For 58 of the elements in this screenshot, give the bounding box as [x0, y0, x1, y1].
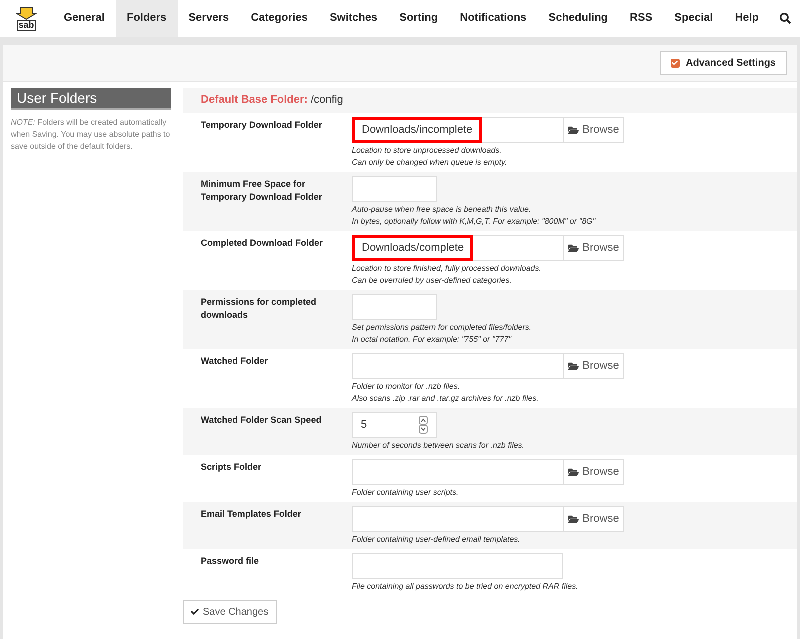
- field-label: Email Templates Folder: [201, 508, 302, 521]
- field-label: Minimum Free Space for Temporary Download Folder: [201, 178, 324, 204]
- field-label: Watched Folder Scan Speed: [201, 414, 323, 427]
- help-text: Folder to monitor for .nzb files.: [352, 381, 462, 393]
- highlight-frame: Downloads/incomplete: [352, 117, 482, 143]
- help-text: Can only be changed when queue is empty.: [352, 157, 508, 169]
- text-input[interactable]: [352, 176, 437, 202]
- browse-button[interactable]: Browse: [564, 235, 624, 261]
- field-label: Password file: [201, 555, 260, 568]
- number-value: 5: [361, 418, 368, 433]
- nav-tab[interactable]: Folders: [116, 0, 178, 37]
- folder-icon: [568, 466, 579, 478]
- help-text: File containing all passwords to be tried on encrypted RAR files.: [352, 581, 578, 593]
- file-input[interactable]: [352, 553, 563, 579]
- help-text: Location to store unprocessed downloads.: [352, 145, 503, 157]
- advanced-settings-button[interactable]: Advanced Settings: [660, 51, 787, 75]
- search-icon[interactable]: [780, 13, 792, 24]
- section-title: User Folders: [11, 88, 171, 110]
- folder-input[interactable]: Downloads/incomplete: [352, 117, 564, 143]
- number-input[interactable]: 5: [352, 412, 437, 438]
- folder-icon: [568, 124, 579, 136]
- checkbox[interactable]: [670, 58, 680, 68]
- browse-button[interactable]: Browse: [564, 506, 624, 532]
- save-button[interactable]: Save Changes: [183, 600, 277, 624]
- base-folder-label: Default Base Folder:: [201, 93, 308, 108]
- spinner-icon[interactable]: [419, 416, 428, 434]
- field-label: Watched Folder: [201, 355, 270, 368]
- browse-button[interactable]: Browse: [564, 353, 624, 379]
- help-text: Set permissions pattern for completed files/folders.: [352, 322, 532, 334]
- base-folder-value: /config: [310, 93, 344, 108]
- help-text: In octal notation. For example: "755" or "777": [352, 334, 513, 346]
- folder-input[interactable]: Downloads/complete: [352, 235, 564, 261]
- field-label: Scripts Folder: [201, 461, 263, 474]
- browse-button[interactable]: Browse: [564, 459, 624, 485]
- help-text: Auto-pause when free space is beneath this value.: [352, 204, 532, 216]
- field-label: Temporary Download Folder: [201, 119, 324, 132]
- folder-input[interactable]: [352, 506, 564, 532]
- logo-arrow-icon: [16, 6, 37, 20]
- help-text: In bytes, optionally follow with K,M,G,T. For example: "800M" or "8G": [352, 216, 596, 228]
- folder-icon: [568, 514, 579, 524]
- logo-text: sab: [16, 20, 36, 30]
- field-label: Completed Download Folder: [201, 237, 324, 250]
- help-text: Location to store finished, fully processed downloads.: [352, 263, 542, 275]
- folder-input[interactable]: [352, 459, 564, 485]
- folder-icon: [568, 242, 579, 254]
- help-text: Folder containing user-defined email templates.: [352, 534, 522, 546]
- help-text: Number of seconds between scans for .nzb files.: [352, 440, 525, 452]
- highlight-frame: Downloads/complete: [352, 235, 474, 261]
- folder-icon: [568, 360, 579, 372]
- folder-input[interactable]: [352, 353, 564, 379]
- check-icon: [191, 608, 199, 616]
- help-text: Can be overruled by user-defined categories.: [352, 275, 513, 287]
- help-text: Also scans .zip .rar and .tar.gz archives for .nzb files.: [352, 393, 540, 405]
- section-note: NOTE: Folders will be created automatically when Saving. You may use absolute paths to save outside of the default folders.: [11, 117, 171, 153]
- text-input[interactable]: [352, 294, 437, 320]
- help-text: Folder containing user scripts.: [352, 487, 460, 499]
- browse-button[interactable]: Browse: [564, 117, 624, 143]
- field-label: Permissions for completed downloads: [201, 296, 318, 322]
